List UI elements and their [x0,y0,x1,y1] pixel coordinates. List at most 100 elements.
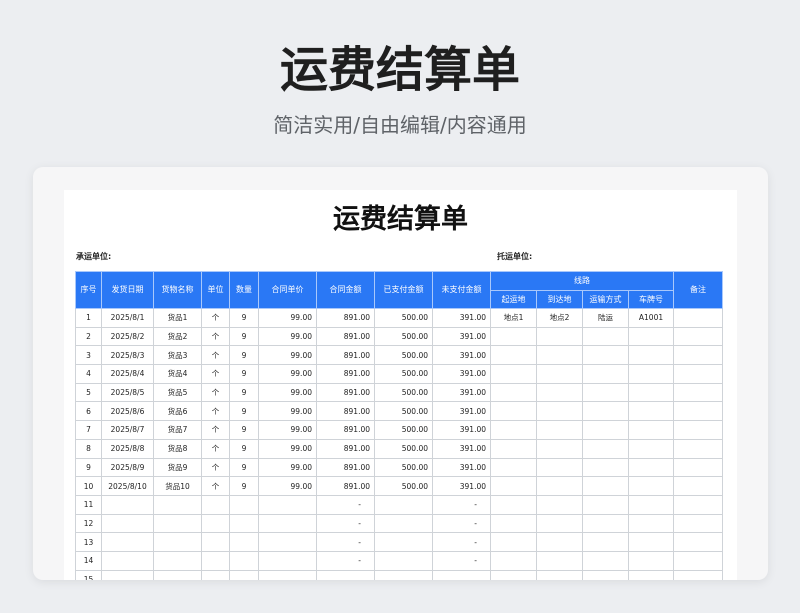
cell-transport-mode [582,420,629,440]
cell-plate-number [628,401,674,422]
cell-paid-amount: 500.00 [374,382,433,403]
cell-contract-amount: - [316,513,375,534]
cell-contract-amount [316,569,375,580]
table-row: 11 - - [75,494,723,515]
cell-transport-mode [582,550,629,571]
cell-destination [536,550,583,571]
cell-goods-name: 货品3 [153,345,202,366]
cell-paid-amount [374,494,433,515]
cell-origin [490,550,537,571]
cell-unit: 个 [201,476,230,496]
cell-ship-date: 2025/8/1 [101,308,154,328]
cell-contract-amount: 891.00 [316,438,375,459]
cell-unpaid-amount: 391.00 [432,382,491,403]
header-quantity: 数量 [229,271,259,309]
cell-unit-price: 99.00 [258,326,317,347]
cell-paid-amount [374,532,433,552]
cell-origin [490,569,537,580]
cell-transport-mode [582,345,629,366]
cell-destination [536,513,583,534]
cell-origin [490,438,537,459]
cell-remark [673,513,723,534]
cell-unit [201,569,230,580]
cell-destination [536,326,583,347]
cell-quantity: 9 [229,382,259,403]
cell-destination [536,532,583,552]
cell-origin [490,457,537,478]
cell-unit-price: 99.00 [258,401,317,422]
header-ship-date: 发货日期 [101,271,154,309]
sheet-title: 运费结算单 [333,204,468,235]
header-destination: 到达地 [536,290,583,309]
header-plate-number: 车牌号 [628,290,674,309]
cell-paid-amount [374,513,433,534]
cell-unit [201,513,230,534]
cell-paid-amount [374,569,433,580]
header-index: 序号 [75,271,102,309]
cell-transport-mode [582,326,629,347]
cell-plate-number [628,476,674,496]
cell-paid-amount: 500.00 [374,308,433,328]
header-contract-amount: 合同金额 [316,271,375,309]
settlement-table: 序号 发货日期 货物名称 单位 数量 合同单价 合同金额 已支付金额 未支付金额… [75,271,723,580]
cell-contract-amount: 891.00 [316,345,375,366]
cell-destination [536,494,583,515]
cell-destination [536,457,583,478]
cell-remark [673,438,723,459]
cell-origin [490,345,537,366]
cell-ship-date [101,550,154,571]
cell-contract-amount: 891.00 [316,401,375,422]
cell-plate-number: A1001 [628,308,674,328]
page-title: 运费结算单 [279,42,520,98]
cell-transport-mode [582,513,629,534]
cell-unit: 个 [201,345,230,366]
cell-plate-number [628,382,674,403]
cell-unpaid-amount: 391.00 [432,345,491,366]
cell-unit: 个 [201,420,230,440]
header-row: 序号 发货日期 货物名称 单位 数量 合同单价 合同金额 已支付金额 未支付金额… [75,271,723,309]
cell-index: 1 [75,308,102,328]
cell-goods-name: 货品5 [153,382,202,403]
cell-index: 6 [75,401,102,422]
cell-unit [201,532,230,552]
cell-unpaid-amount: - [432,550,491,571]
cell-unit-price [258,532,317,552]
cell-index: 12 [75,513,102,534]
cell-destination [536,438,583,459]
cell-contract-amount: 891.00 [316,382,375,403]
cell-goods-name: 货品8 [153,438,202,459]
cell-contract-amount: - [316,532,375,552]
cell-quantity: 9 [229,326,259,347]
cell-destination [536,345,583,366]
cell-unit-price: 99.00 [258,345,317,366]
cell-unit: 个 [201,438,230,459]
cell-index: 7 [75,420,102,440]
header-transport-mode: 运输方式 [582,290,629,309]
table-row: 13 - - [75,532,723,552]
cell-paid-amount: 500.00 [374,326,433,347]
cell-unpaid-amount: 391.00 [432,308,491,328]
cell-plate-number [628,550,674,571]
table-body: 1 2025/8/1 货品1 个 9 99.00 891.00 500.00 391.00 地点1… [75,308,723,580]
cell-unpaid-amount: 391.00 [432,476,491,496]
table-row: 10 2025/8/10 货品10 个 9 99.00 891.00 500.00 391.00 [75,476,723,496]
cell-unpaid-amount: 391.00 [432,401,491,422]
cell-contract-amount: - [316,550,375,571]
cell-paid-amount: 500.00 [374,420,433,440]
table-row: 8 2025/8/8 货品8 个 9 99.00 891.00 500.00 391.00 [75,438,723,459]
cell-destination [536,476,583,496]
cell-quantity [229,569,259,580]
cell-index: 4 [75,364,102,384]
cell-origin [490,513,537,534]
cell-destination [536,382,583,403]
table-row: 9 2025/8/9 货品9 个 9 99.00 891.00 500.00 391.00 [75,457,723,478]
cell-unit-price: 99.00 [258,364,317,384]
table-row: 6 2025/8/6 货品6 个 9 99.00 891.00 500.00 391.00 [75,401,723,422]
header-paid-amount: 已支付金额 [374,271,433,309]
cell-ship-date: 2025/8/5 [101,382,154,403]
cell-index: 15 [75,569,102,580]
cell-unit: 个 [201,326,230,347]
cell-unit-price: 99.00 [258,457,317,478]
cell-ship-date: 2025/8/8 [101,438,154,459]
cell-remark [673,364,723,384]
